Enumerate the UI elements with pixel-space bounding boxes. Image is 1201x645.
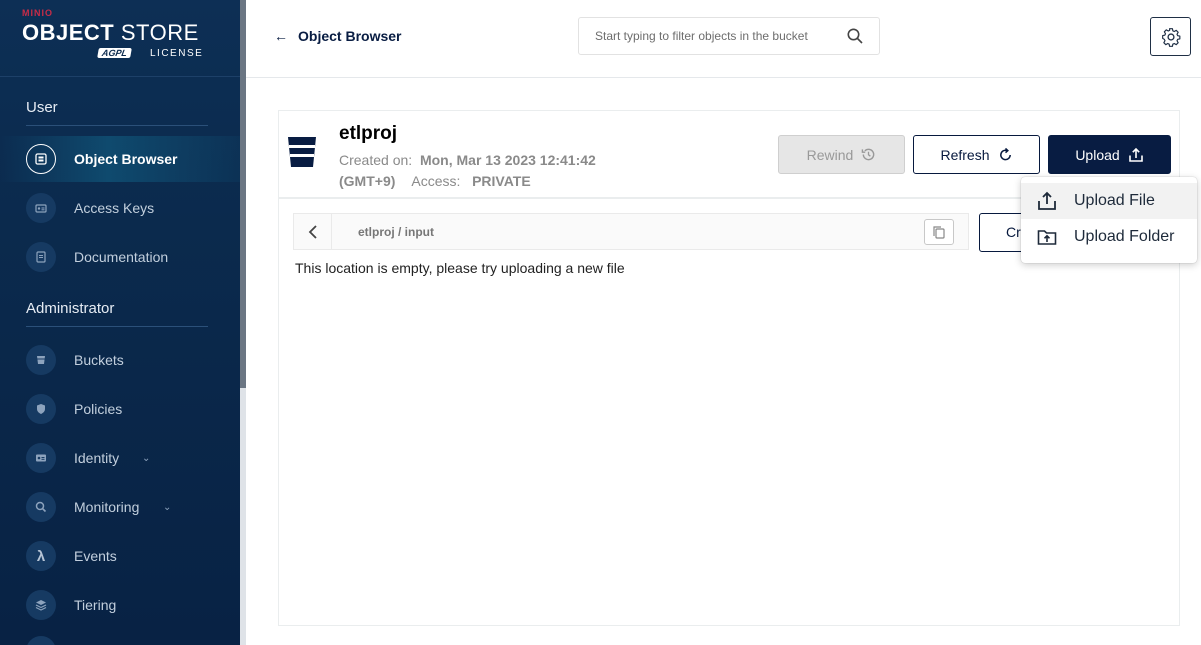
upload-file-option[interactable]: Upload File (1021, 183, 1197, 219)
copy-path-button[interactable] (924, 219, 954, 245)
sidebar-item-label: Access Keys (74, 200, 155, 216)
sidebar-item-label: Policies (74, 401, 123, 417)
sidebar-item-identity[interactable]: Identity ⌄ (0, 435, 240, 481)
minio-logo[interactable]: MINIO OBJECT STORE AGPL LICENSE (22, 8, 212, 64)
object-filter-search[interactable] (578, 17, 880, 55)
logo-agpl-badge: AGPL (97, 48, 132, 58)
upload-label: Upload (1075, 146, 1120, 163)
bucket-created: Created on: Mon, Mar 13 2023 12:41:42 (339, 152, 596, 168)
sidebar-item-label: Tiering (74, 597, 117, 613)
identity-icon (26, 443, 56, 473)
refresh-button[interactable]: Refresh (913, 135, 1040, 174)
object-browser-icon (26, 144, 56, 174)
sidebar-section-user: User (26, 99, 58, 116)
bucket-name: etlproj (339, 123, 398, 144)
sidebar-item-monitoring[interactable]: Monitoring ⌄ (0, 484, 240, 530)
refresh-label: Refresh (940, 146, 990, 163)
bucket-created-value: Mon, Mar 13 2023 12:41:42 (419, 152, 596, 168)
sidebar-item-buckets[interactable]: Buckets (0, 337, 240, 383)
sidebar: MINIO OBJECT STORE AGPL LICENSE User Obj… (0, 0, 240, 645)
sidebar-item-label: Buckets (74, 352, 124, 368)
sidebar-item-label: Identity (74, 450, 120, 466)
breadcrumb: etlproj / input (293, 213, 969, 250)
breadcrumb-path[interactable]: etlproj / input (358, 225, 434, 239)
documentation-icon (26, 242, 56, 272)
logo-license-text: LICENSE (150, 48, 204, 59)
history-icon (862, 148, 875, 161)
back-to-object-browser[interactable]: ← Object Browser (274, 28, 401, 44)
search-input[interactable] (595, 29, 835, 43)
sidebar-item-label: Monitoring (74, 499, 140, 515)
sidebar-divider (0, 76, 240, 77)
more-items-icon (26, 636, 56, 645)
sidebar-item-events[interactable]: λ Events (0, 533, 240, 579)
gear-icon (1161, 27, 1180, 47)
upload-file-icon (1038, 191, 1056, 210)
upload-folder-icon (1037, 230, 1057, 245)
access-keys-icon (26, 193, 56, 223)
sidebar-item-access-keys[interactable]: Access Keys (0, 185, 240, 231)
bucket-icon (288, 137, 316, 167)
refresh-icon (999, 147, 1011, 161)
top-header: ← Object Browser (246, 0, 1201, 78)
sidebar-section-divider (26, 326, 208, 327)
sidebar-item-label: Documentation (74, 249, 169, 265)
upload-icon (1128, 147, 1143, 162)
sidebar-section-divider (26, 125, 208, 126)
buckets-icon (26, 345, 56, 375)
settings-button[interactable] (1150, 17, 1191, 56)
upload-file-label: Upload File (1074, 192, 1155, 209)
bucket-access-label: Access: (411, 173, 461, 189)
breadcrumb-back-button[interactable] (294, 214, 332, 249)
tiering-icon (26, 590, 56, 620)
sidebar-item-label: Object Browser (74, 151, 178, 167)
upload-button[interactable]: Upload (1048, 135, 1171, 174)
sidebar-item-policies[interactable]: Policies (0, 386, 240, 432)
chevron-down-icon: ⌄ (142, 452, 151, 464)
back-label: Object Browser (298, 28, 402, 44)
sidebar-item-documentation[interactable]: Documentation (0, 234, 240, 280)
upload-folder-option[interactable]: Upload Folder (1021, 219, 1197, 255)
logo-title: OBJECT STORE (22, 20, 199, 45)
upload-folder-label: Upload Folder (1074, 228, 1175, 245)
sidebar-item-object-browser[interactable]: Object Browser (0, 136, 240, 182)
bucket-access-value: PRIVATE (472, 173, 531, 189)
policies-icon (26, 394, 56, 424)
chevron-left-icon (308, 224, 317, 239)
chevron-down-icon: ⌄ (163, 501, 172, 513)
sidebar-item-label: Events (74, 548, 117, 564)
sidebar-section-administrator: Administrator (26, 300, 115, 317)
lambda-icon: λ (26, 541, 56, 571)
rewind-label: Rewind (806, 146, 854, 163)
bucket-meta-row: (GMT+9) Access: PRIVATE (339, 173, 531, 189)
monitoring-icon (26, 492, 56, 522)
logo-minio-text: MINIO (22, 8, 53, 18)
search-icon[interactable] (847, 28, 863, 44)
bucket-timezone: (GMT+9) (339, 173, 396, 189)
upload-menu: Upload File Upload Folder (1021, 177, 1197, 263)
rewind-button[interactable]: Rewind (778, 135, 905, 174)
back-arrow-icon: ← (274, 28, 288, 44)
sidebar-item-tiering[interactable]: Tiering (0, 582, 240, 628)
empty-location-message: This location is empty, please try uploa… (295, 260, 625, 276)
copy-icon (933, 225, 945, 239)
